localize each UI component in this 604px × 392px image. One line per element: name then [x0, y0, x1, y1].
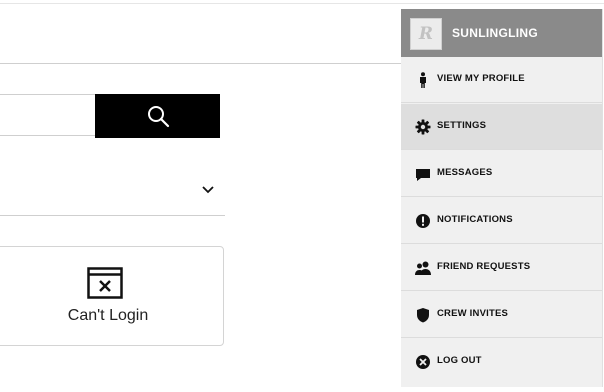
menu-item-label: CREW INVITES [437, 308, 509, 319]
user-menu-header[interactable]: R SUNLINGLING [401, 9, 602, 57]
top-divider [0, 3, 604, 4]
friends-icon [415, 261, 431, 275]
menu-item-friend-requests[interactable]: FRIEND REQUESTS [401, 245, 602, 291]
menu-item-crew-invites[interactable]: CREW INVITES [401, 292, 602, 338]
search-input[interactable] [0, 94, 95, 136]
menu-item-label: FRIEND REQUESTS [437, 261, 531, 272]
user-menu: R SUNLINGLING VIEW MY PROFILE SETTINGS M… [401, 9, 602, 387]
menu-item-label: MESSAGES [437, 167, 493, 178]
gear-icon [415, 119, 431, 135]
menu-item-label: LOG OUT [437, 355, 482, 366]
menu-edge [602, 9, 603, 387]
avatar[interactable]: R [410, 18, 442, 50]
chevron-down-icon [202, 186, 214, 194]
menu-item-view-my-profile[interactable]: VIEW MY PROFILE [401, 57, 602, 103]
search-button[interactable] [95, 94, 220, 138]
menu-item-notifications[interactable]: NOTIFICATIONS [401, 198, 602, 244]
menu-item-label: VIEW MY PROFILE [437, 73, 525, 84]
menu-item-messages[interactable]: MESSAGES [401, 151, 602, 197]
menu-item-log-out[interactable]: LOG OUT [401, 339, 602, 385]
menu-item-settings[interactable]: SETTINGS [401, 104, 602, 150]
search-bar [0, 94, 220, 138]
dropdown-select[interactable] [0, 168, 225, 215]
shield-icon [417, 308, 429, 323]
menu-item-label: NOTIFICATIONS [437, 214, 513, 225]
logout-icon [416, 355, 430, 369]
cant-login-label: Can't Login [67, 307, 149, 324]
dropdown-underline [0, 215, 225, 216]
message-icon [416, 169, 430, 181]
rockstar-logo-icon: R [418, 24, 434, 44]
search-icon [147, 106, 169, 128]
menu-item-label: SETTINGS [437, 120, 487, 131]
person-icon [420, 72, 426, 88]
alert-icon [416, 214, 430, 228]
cant-login-card[interactable]: Can't Login [0, 246, 224, 346]
window-close-icon [87, 267, 123, 299]
username: SUNLINGLING [452, 26, 538, 40]
header-divider [0, 63, 402, 64]
